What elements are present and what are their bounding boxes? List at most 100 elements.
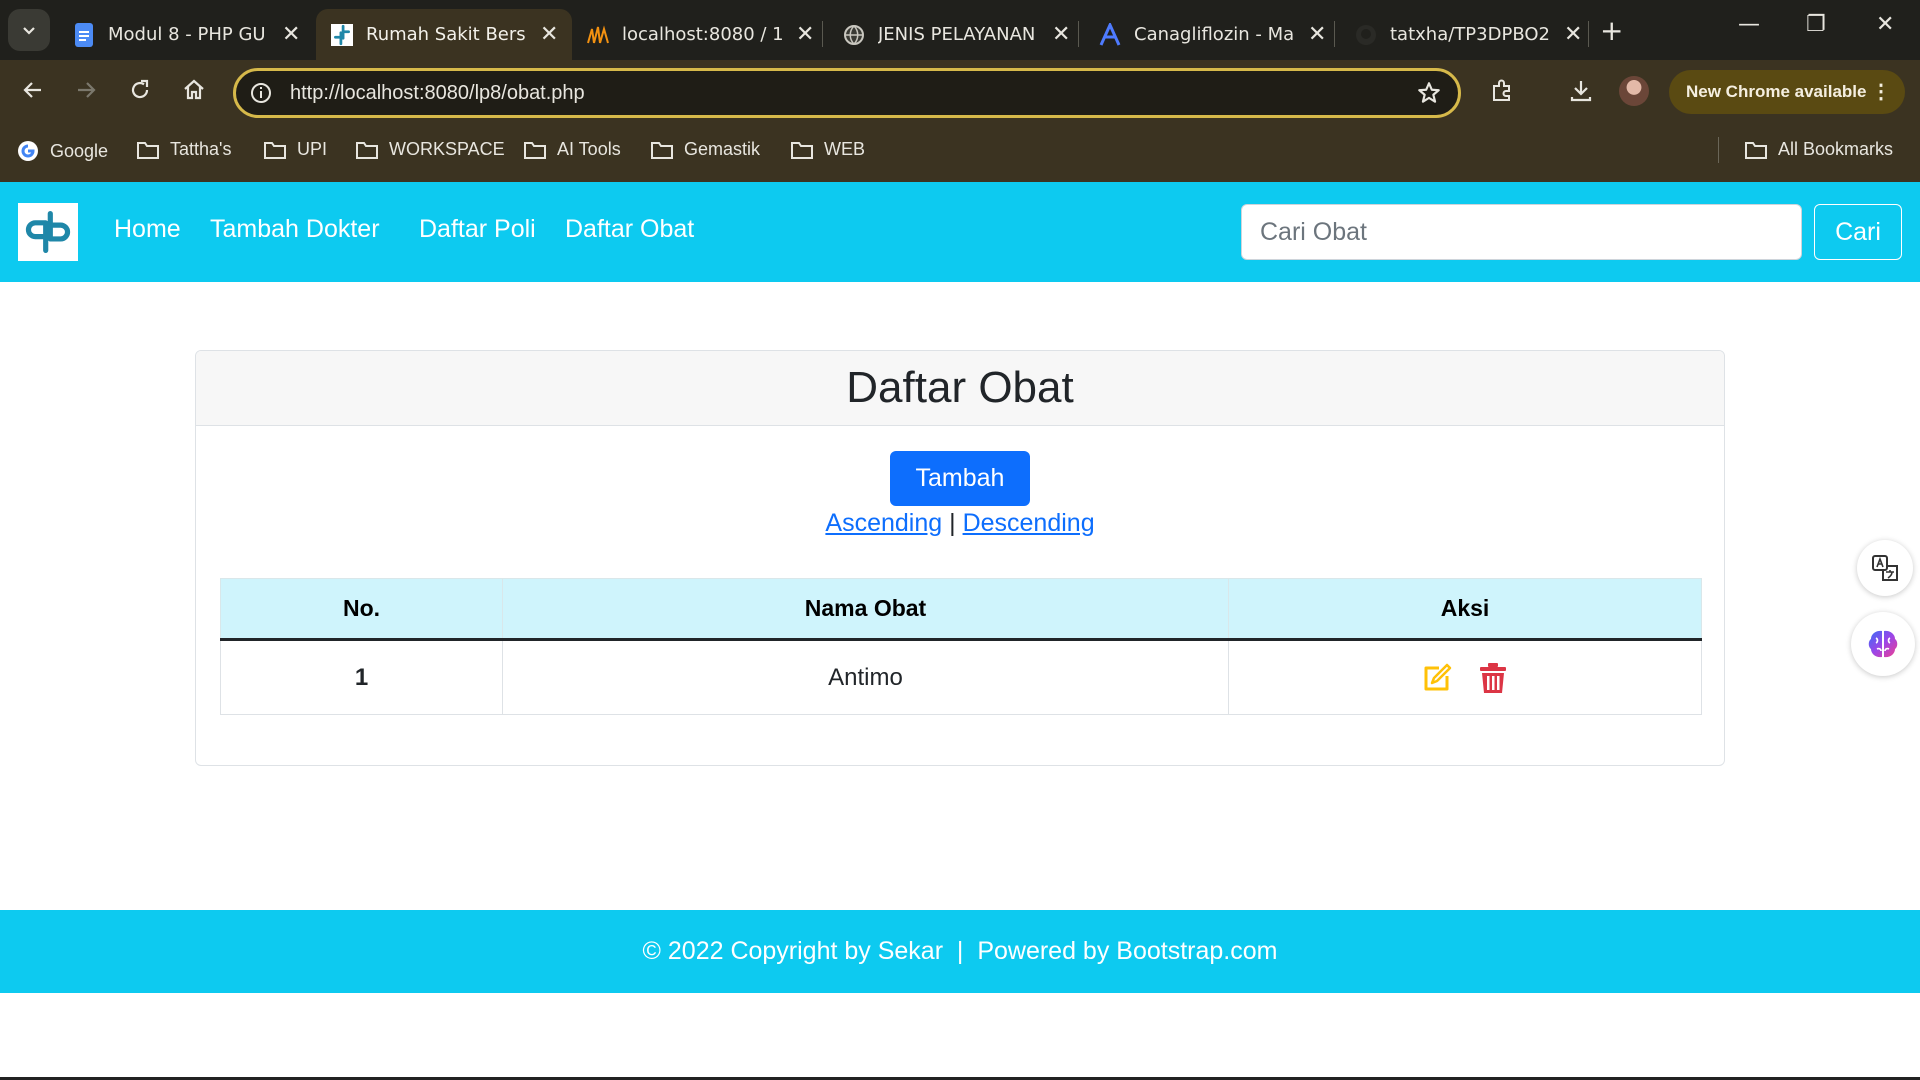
bookmark-folder-ai-tools[interactable]: AI Tools <box>523 139 621 160</box>
tab-canagliflozin[interactable]: Canagliflozin - Ma ✕ <box>1084 9 1340 60</box>
tab-divider <box>822 21 823 47</box>
url-text: http://localhost:8080/lp8/obat.php <box>290 82 585 104</box>
google-icon <box>18 141 38 161</box>
add-obat-button[interactable]: Tambah <box>890 451 1030 506</box>
chevron-down-icon <box>23 27 35 35</box>
sort-ascending-link[interactable]: Ascending <box>825 509 942 537</box>
tab-divider <box>1588 21 1589 47</box>
kebab-menu-icon[interactable]: ⋮ <box>1871 79 1891 104</box>
site-navbar: Home Tambah Dokter Daftar Poli Daftar Ob… <box>0 182 1920 282</box>
folder-icon <box>791 141 813 159</box>
bookmark-folder-gemastik[interactable]: Gemastik <box>650 139 760 160</box>
tab-title: tatxha/TP3DPBO2 <box>1390 24 1550 45</box>
bookmark-folder-upi[interactable]: UPI <box>263 139 327 160</box>
tab-title: localhost:8080 / 1. <box>622 24 782 45</box>
browser-toolbar: http://localhost:8080/lp8/obat.php New C… <box>0 60 1920 120</box>
table-header-row: No. Nama Obat Aksi <box>220 578 1702 641</box>
all-bookmarks-button[interactable]: All Bookmarks <box>1744 139 1893 160</box>
bookmark-label: WEB <box>824 139 866 159</box>
close-icon[interactable]: ✕ <box>796 22 814 47</box>
column-header-no: No. <box>220 578 503 641</box>
tab-phpmyadmin[interactable]: localhost:8080 / 1. ✕ <box>572 9 828 60</box>
downloads-button[interactable] <box>1563 73 1599 109</box>
close-window-icon[interactable]: ✕ <box>1876 12 1894 37</box>
footer-copyright: © 2022 Copyright by Sekar | Powered by B… <box>642 937 1278 965</box>
profile-avatar[interactable] <box>1619 76 1649 106</box>
tab-title: Rumah Sakit Bersi <box>366 24 526 45</box>
close-icon[interactable]: ✕ <box>1052 22 1070 47</box>
home-button[interactable] <box>176 72 212 108</box>
new-chrome-available-button[interactable]: New Chrome available ⋮ <box>1669 70 1905 114</box>
new-tab-button[interactable]: + <box>1600 14 1623 47</box>
tab-title: JENIS PELAYANAN <box>878 24 1036 45</box>
bookmark-folder-workspace[interactable]: WORKSPACE <box>355 139 505 160</box>
translate-icon <box>1872 555 1898 581</box>
close-icon[interactable]: ✕ <box>282 22 300 47</box>
bookmarks-divider <box>1718 137 1719 163</box>
home-icon <box>184 79 204 100</box>
address-bar[interactable]: http://localhost:8080/lp8/obat.php <box>233 68 1461 118</box>
bookmark-label: WORKSPACE <box>389 139 505 159</box>
bookmark-label: Google <box>50 140 109 161</box>
hospital-logo-icon <box>25 211 71 253</box>
obat-card: Daftar Obat Tambah Ascending | Descendin… <box>195 350 1725 766</box>
restore-icon[interactable]: ❐ <box>1806 12 1826 37</box>
all-bookmarks-label: All Bookmarks <box>1778 139 1894 159</box>
bookmark-label: AI Tools <box>557 139 621 159</box>
search-obat-input[interactable] <box>1241 204 1802 260</box>
globe-icon <box>842 23 866 47</box>
letter-a-icon <box>1098 22 1122 47</box>
search-button[interactable]: Cari <box>1814 204 1902 260</box>
sort-links: Ascending | Descending <box>196 509 1724 538</box>
bookmark-star-icon[interactable] <box>1416 80 1442 110</box>
trash-icon[interactable] <box>1476 661 1510 695</box>
row-nama-obat: Antimo <box>502 639 1229 715</box>
bookmark-label: UPI <box>297 139 328 159</box>
bookmark-folder-web[interactable]: WEB <box>790 139 865 160</box>
tab-jenis-pelayanan[interactable]: JENIS PELAYANAN ✕ <box>828 9 1084 60</box>
brain-icon <box>1868 630 1898 658</box>
column-header-nama-obat: Nama Obat <box>502 578 1229 641</box>
bookmark-google[interactable]: Google <box>16 139 108 163</box>
nav-daftar-obat[interactable]: Daftar Obat <box>565 215 694 244</box>
tab-github[interactable]: tatxha/TP3DPBO2 ✕ <box>1340 9 1596 60</box>
folder-icon <box>524 141 546 159</box>
puzzle-icon <box>1493 79 1510 101</box>
tab-rumah-sakit[interactable]: Rumah Sakit Bersi ✕ <box>316 9 573 60</box>
google-docs-icon <box>72 22 96 47</box>
minimize-icon[interactable]: — <box>1738 12 1760 37</box>
translate-extension-button[interactable] <box>1857 540 1913 596</box>
folder-icon <box>651 141 673 159</box>
site-info-icon[interactable] <box>250 82 272 108</box>
row-actions <box>1228 639 1702 715</box>
back-button[interactable] <box>15 72 51 108</box>
reload-icon <box>131 79 149 99</box>
nav-home[interactable]: Home <box>114 215 181 244</box>
extensions-button[interactable] <box>1484 73 1520 109</box>
folder-icon <box>264 141 286 159</box>
table-row: 1 Antimo <box>220 639 1702 715</box>
close-icon[interactable]: ✕ <box>1308 22 1326 47</box>
phpmyadmin-icon <box>586 23 610 47</box>
hospital-logo[interactable] <box>18 203 78 261</box>
forward-button[interactable] <box>68 72 104 108</box>
ai-assistant-button[interactable] <box>1851 612 1915 676</box>
obat-table: No. Nama Obat Aksi 1 Antimo <box>220 578 1702 715</box>
tab-title: Canagliflozin - Ma <box>1134 24 1294 45</box>
nav-tambah-dokter[interactable]: Tambah Dokter <box>210 215 380 244</box>
close-icon[interactable]: ✕ <box>1564 22 1582 47</box>
row-number: 1 <box>220 639 503 715</box>
close-icon[interactable]: ✕ <box>540 22 558 47</box>
arrow-right-icon <box>78 82 96 98</box>
bookmarks-bar: Google Tattha's UPI WORKSPACE AI Tools G… <box>0 120 1920 182</box>
nav-daftar-poli[interactable]: Daftar Poli <box>419 215 536 244</box>
sort-descending-link[interactable]: Descending <box>963 509 1095 537</box>
tab-search-button[interactable] <box>8 9 50 51</box>
edit-icon[interactable] <box>1420 661 1454 695</box>
tab-title: Modul 8 - PHP GU <box>108 24 266 45</box>
bookmark-folder-tatthas[interactable]: Tattha's <box>136 139 231 160</box>
hospital-logo-icon <box>330 23 354 47</box>
tab-modul8[interactable]: Modul 8 - PHP GU ✕ <box>58 9 314 60</box>
reload-button[interactable] <box>122 72 158 108</box>
page-title: Daftar Obat <box>196 351 1724 426</box>
